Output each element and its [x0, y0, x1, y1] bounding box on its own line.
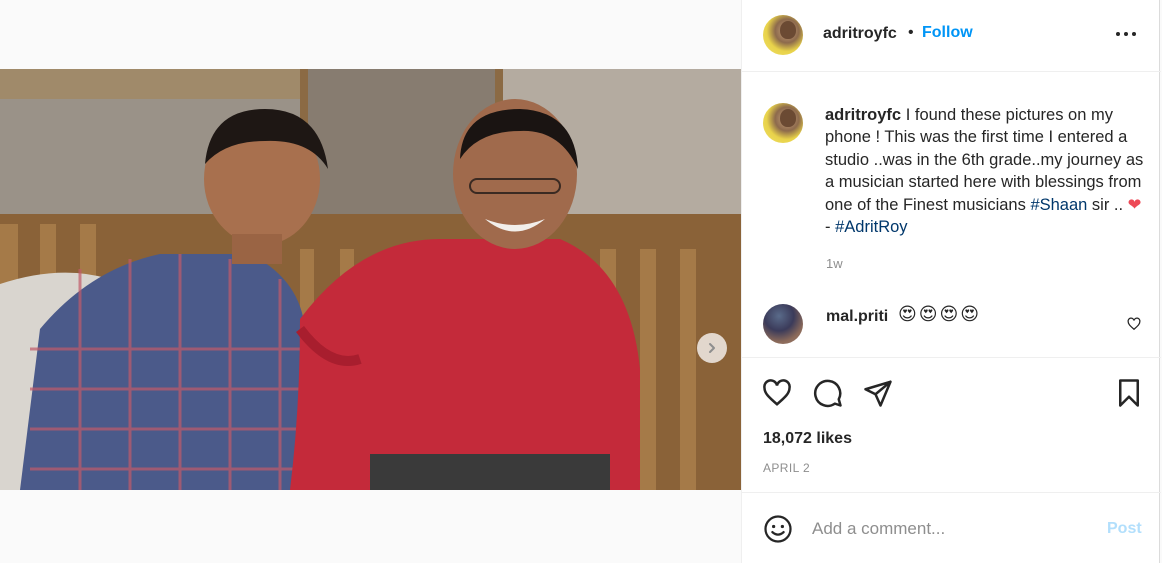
- like-heart-icon[interactable]: [762, 378, 792, 408]
- commenter-avatar[interactable]: [763, 304, 803, 344]
- share-paper-plane-icon[interactable]: [863, 378, 893, 408]
- caption-text-2: sir ..: [1087, 195, 1128, 214]
- post-photo[interactable]: [0, 69, 741, 490]
- comments-section[interactable]: adritroyfc I found these pictures on my …: [742, 72, 1161, 358]
- hashtag-shaan[interactable]: #Shaan: [1030, 196, 1087, 214]
- save-bookmark-icon[interactable]: [1114, 378, 1144, 408]
- add-comment-bar: Post: [742, 492, 1161, 563]
- more-horizontal-icon[interactable]: [1114, 26, 1138, 42]
- comment-meta-cutoff: · · · ·: [826, 350, 852, 358]
- comment-text: 😍😍😍😍: [898, 304, 982, 324]
- post-comment-button[interactable]: Post: [1107, 520, 1142, 538]
- author-username[interactable]: adritroyfc: [823, 25, 897, 43]
- hashtag-adritroy[interactable]: #AdritRoy: [835, 218, 907, 236]
- post-date[interactable]: APRIL 2: [763, 461, 810, 475]
- caption-time[interactable]: 1w: [826, 256, 843, 271]
- author-avatar[interactable]: [763, 15, 803, 55]
- commenter-username[interactable]: mal.priti: [826, 308, 888, 326]
- caption-username[interactable]: adritroyfc: [825, 106, 901, 124]
- comment-bubble-icon[interactable]: [813, 378, 843, 408]
- next-slide-button[interactable]: [697, 333, 727, 363]
- media-area: [0, 0, 741, 563]
- caption-text-3: -: [825, 218, 836, 237]
- like-count[interactable]: 18,072 likes: [763, 430, 852, 448]
- post-header: adritroyfc • Follow: [742, 0, 1161, 72]
- heart-emoji: ❤: [1127, 195, 1142, 214]
- post-caption: adritroyfc I found these pictures on my …: [825, 104, 1145, 238]
- post-sidebar: adritroyfc • Follow adritroyfc I found t…: [741, 0, 1161, 563]
- follow-button[interactable]: Follow: [922, 24, 973, 42]
- instagram-post-modal: adritroyfc • Follow adritroyfc I found t…: [0, 0, 1162, 563]
- comment-input[interactable]: [812, 517, 1092, 541]
- header-separator: •: [908, 24, 914, 41]
- comment-heart-icon[interactable]: [1127, 317, 1141, 331]
- chevron-right-icon: [709, 343, 715, 353]
- photo-illustration: [0, 69, 741, 490]
- action-bar: [742, 358, 1161, 428]
- caption-author-avatar[interactable]: [763, 103, 803, 143]
- emoji-smile-icon[interactable]: [763, 514, 793, 544]
